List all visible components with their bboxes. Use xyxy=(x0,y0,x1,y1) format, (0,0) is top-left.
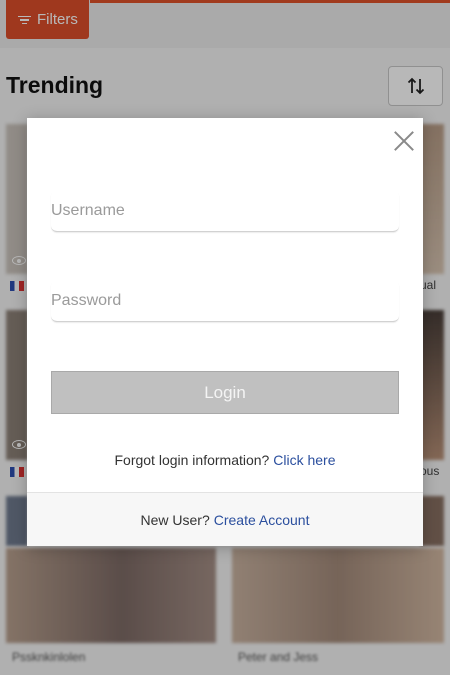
username-field-container xyxy=(51,190,399,232)
forgot-login-text: Forgot login information? xyxy=(114,452,270,468)
password-field-container xyxy=(51,280,399,322)
login-button[interactable]: Login xyxy=(51,371,399,414)
username-input[interactable] xyxy=(51,190,399,231)
forgot-login-row: Forgot login information? Click here xyxy=(27,452,423,468)
new-user-footer: New User? Create Account xyxy=(27,492,423,546)
new-user-text: New User? xyxy=(140,511,210,528)
close-icon[interactable] xyxy=(393,130,415,152)
password-input[interactable] xyxy=(51,280,399,321)
login-modal: Login Forgot login information? Click he… xyxy=(27,118,423,546)
forgot-login-link[interactable]: Click here xyxy=(273,452,335,468)
create-account-link[interactable]: Create Account xyxy=(214,512,310,528)
login-button-label: Login xyxy=(204,382,246,402)
